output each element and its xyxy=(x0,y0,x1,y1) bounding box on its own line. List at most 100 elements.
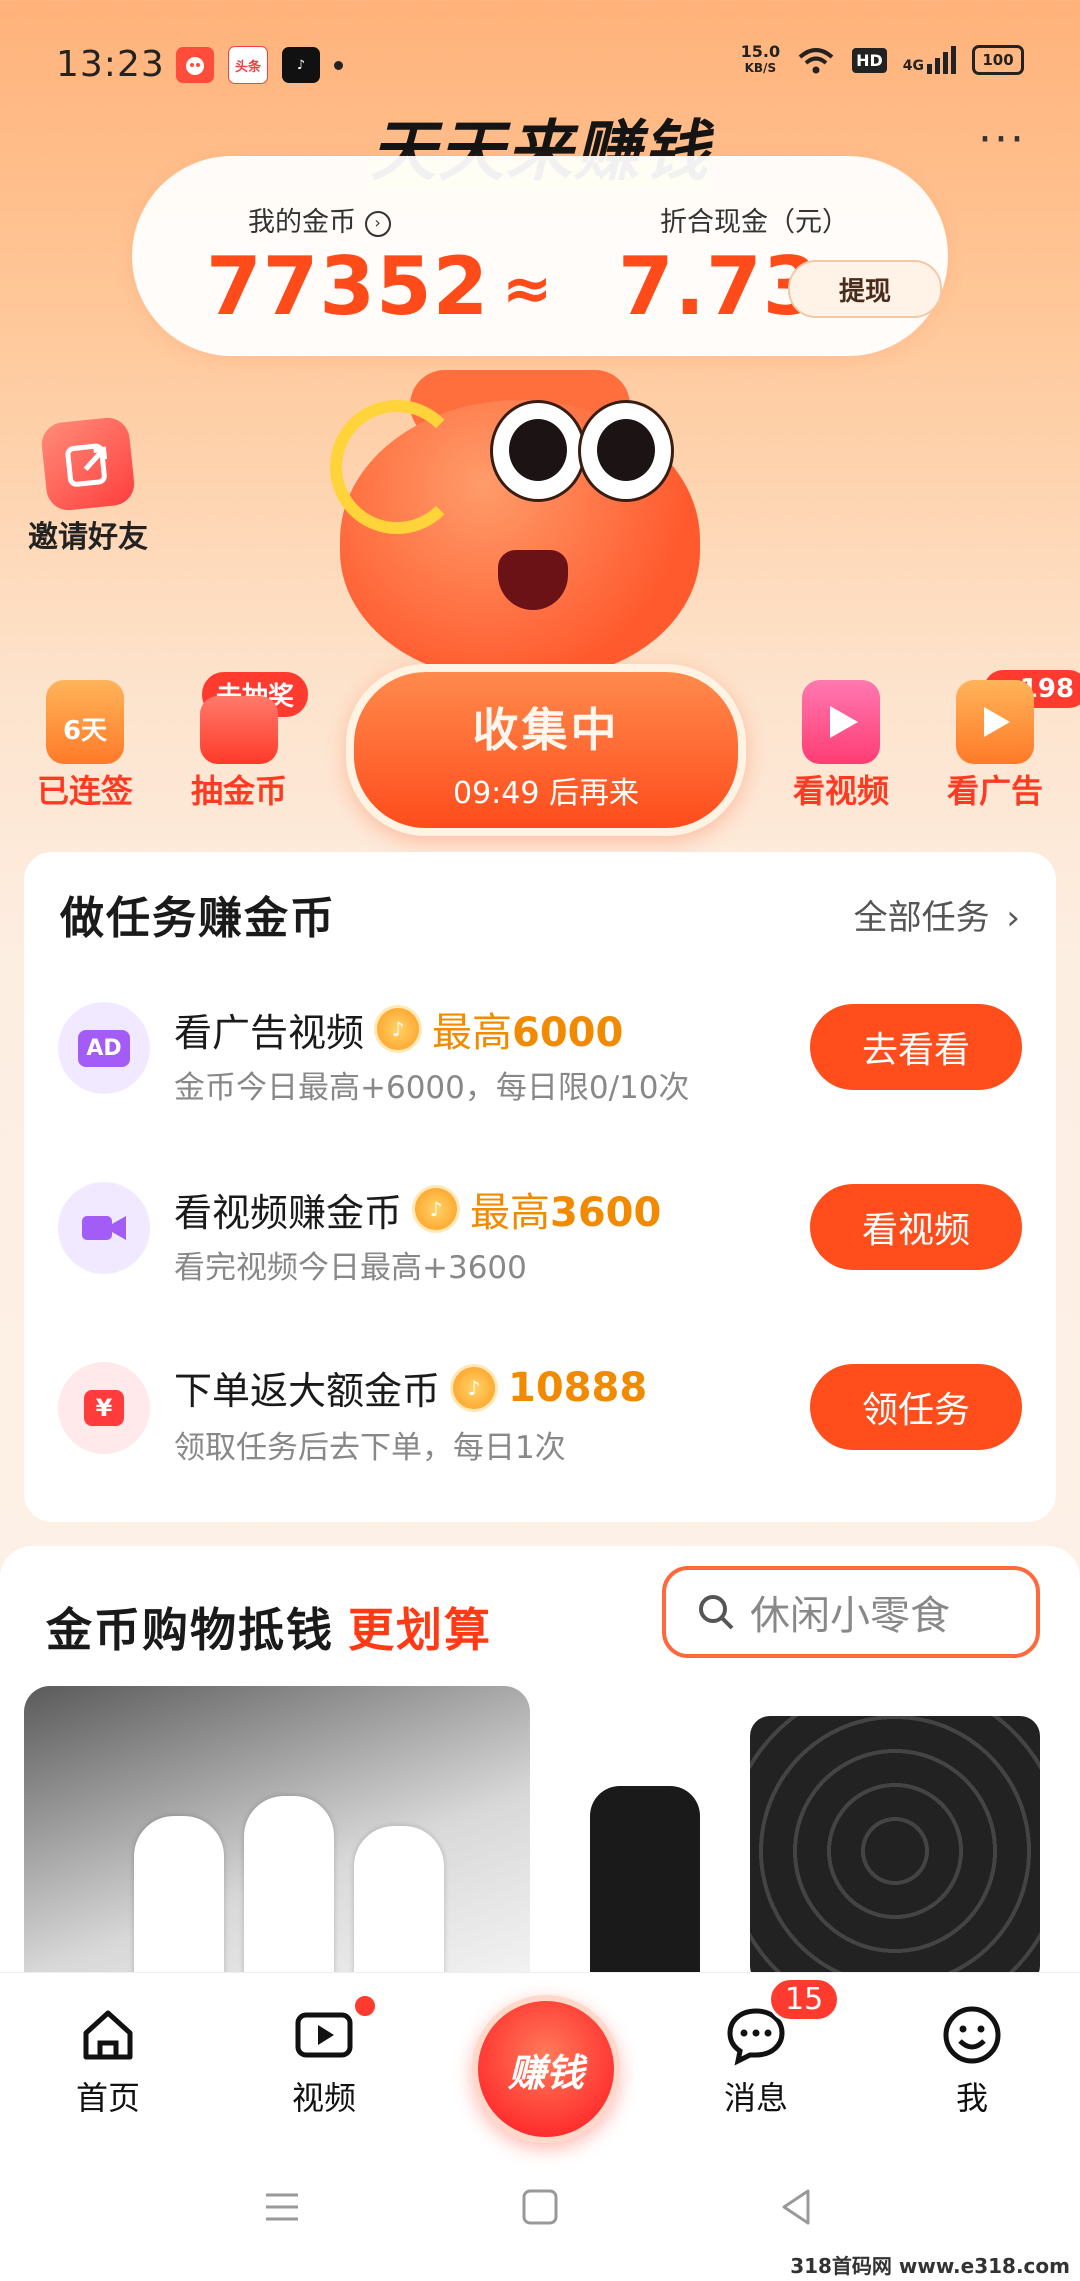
video-camera-icon xyxy=(58,1182,150,1274)
watch-ad-quick-button[interactable]: +198 看广告 xyxy=(930,670,1080,812)
rope-bow xyxy=(330,400,464,534)
ticket-icon: ¥ xyxy=(58,1362,150,1454)
lottery-button[interactable]: 去抽奖 抽金币 xyxy=(174,672,309,812)
task-row: AD 看广告视频 ♪ 最高6000 金币今日最高+6000，每日限0/10次 去… xyxy=(24,974,1056,1124)
system-navigation-bar xyxy=(0,2181,1080,2241)
product-image-sock xyxy=(134,1816,224,1986)
watch-ad-label: 看广告 xyxy=(946,772,1043,810)
product-card-socks[interactable] xyxy=(24,1686,530,1986)
collect-coins-button[interactable]: 收集中 09:49 后再来 xyxy=(346,664,746,836)
status-right: 15.0 KB/S HD 4G 100 xyxy=(741,44,1024,76)
task-reward: 10888 xyxy=(508,1364,648,1411)
task-row: 看视频赚金币 ♪ 最高3600 看完视频今日最高+3600 看视频 xyxy=(24,1154,1056,1304)
coin-bag-mascot[interactable] xyxy=(300,360,740,680)
shopping-title: 金币购物抵钱 更划算 xyxy=(46,1594,492,1660)
task-title-row: 下单返大额金币 ♪ 10888 xyxy=(174,1360,647,1415)
my-coins-label-row[interactable]: 我的金币 › xyxy=(248,200,391,239)
bottom-navigation: 首页 视频 赚钱 15 消息 我 xyxy=(0,1972,1080,2281)
signal-icon: 4G xyxy=(903,46,956,74)
tasks-card: 做任务赚金币 全部任务 › AD 看广告视频 ♪ 最高6000 金币今日最高+6… xyxy=(24,852,1056,1522)
my-coins-label: 我的金币 xyxy=(248,207,356,238)
invite-icon xyxy=(39,415,137,513)
chevron-right-icon: › xyxy=(1006,898,1020,938)
hd-icon: HD xyxy=(852,47,887,73)
collect-countdown: 09:49 后再来 xyxy=(453,776,639,811)
task-title-row: 看广告视频 ♪ 最高6000 xyxy=(174,1000,623,1058)
net-speed-value: 15.0 xyxy=(740,42,781,61)
approx-sign: ≈ xyxy=(502,254,553,324)
ad-play-icon xyxy=(956,680,1034,764)
watch-ad-button[interactable]: 去看看 xyxy=(810,1004,1022,1090)
mascot-right-eye xyxy=(578,400,674,502)
my-coins-value: 77352 xyxy=(206,240,490,333)
cash-label: 折合现金（元） xyxy=(660,207,849,238)
task-title: 下单返大额金币 xyxy=(174,1369,441,1413)
shopping-title-text: 金币购物抵钱 xyxy=(46,1603,334,1657)
lottery-label: 抽金币 xyxy=(190,772,287,810)
nav-home[interactable]: 首页 xyxy=(38,2003,178,2119)
home-square-icon[interactable] xyxy=(520,2187,560,2227)
task-reward: 最高3600 xyxy=(470,1190,662,1236)
checkin-button[interactable]: 6天 已连签 xyxy=(20,680,150,812)
coin-shopping-section: 金币购物抵钱 更划算 休闲小零食 xyxy=(0,1546,1080,1986)
product-image-trash-bags xyxy=(750,1716,1040,1986)
search-placeholder: 休闲小零食 xyxy=(750,1593,950,1639)
video-red-dot xyxy=(352,1993,378,2019)
all-tasks-link[interactable]: 全部任务 › xyxy=(854,890,1020,939)
shopping-highlight: 更划算 xyxy=(348,1603,492,1657)
watch-video-button[interactable]: 看视频 xyxy=(810,1184,1022,1270)
home-icon xyxy=(76,2003,140,2067)
nav-messages-label: 消息 xyxy=(723,2079,788,2117)
task-title-row: 看视频赚金币 ♪ 最高3600 xyxy=(174,1180,661,1238)
task-title: 看广告视频 xyxy=(174,1010,365,1055)
invite-label: 邀请好友 xyxy=(28,520,148,555)
calendar-icon: 6天 xyxy=(46,680,124,764)
slot-machine-icon xyxy=(200,696,278,764)
product-image-bag xyxy=(590,1786,700,1986)
coin-icon: ♪ xyxy=(450,1363,499,1412)
nav-messages[interactable]: 15 消息 xyxy=(686,1977,841,2119)
douyin-icon: ♪ xyxy=(282,47,320,83)
product-card-trash-bags[interactable] xyxy=(550,1686,1056,1986)
product-image-sock xyxy=(244,1796,334,1986)
status-time: 13:23 xyxy=(56,44,165,85)
all-tasks-label: 全部任务 xyxy=(853,898,990,938)
invite-friends-button[interactable]: 邀请好友 xyxy=(18,415,158,556)
toutiao-lite-icon xyxy=(176,47,214,83)
checkin-label: 已连签 xyxy=(36,772,133,810)
menu-icon[interactable] xyxy=(262,2187,302,2227)
wifi-icon xyxy=(798,48,834,74)
coin-icon: ♪ xyxy=(412,1185,461,1233)
nav-me-label: 我 xyxy=(955,2079,988,2117)
task-subtitle: 领取任务后去下单，每日1次 xyxy=(174,1430,566,1466)
product-search-input[interactable]: 休闲小零食 xyxy=(662,1566,1040,1658)
nav-earn-button[interactable]: 赚钱 xyxy=(472,1995,620,2143)
play-video-icon xyxy=(802,680,880,764)
watch-video-quick-button[interactable]: 看视频 xyxy=(776,680,906,812)
notification-dot xyxy=(334,60,343,70)
ad-icon: AD xyxy=(58,1002,150,1094)
chevron-right-circle-icon: › xyxy=(364,210,391,237)
net-speed-unit: KB/S xyxy=(744,61,777,75)
chat-bubble-icon: 15 xyxy=(724,1977,841,2067)
status-app-icons: 头条 ♪ xyxy=(176,46,343,84)
nav-video[interactable]: 视频 xyxy=(254,1993,394,2119)
toutiao-icon: 头条 xyxy=(228,46,268,84)
product-image-sock xyxy=(354,1826,444,1986)
withdraw-button[interactable]: 提现 xyxy=(788,260,942,318)
more-options-button[interactable]: ··· xyxy=(978,118,1026,162)
claim-task-button[interactable]: 领任务 xyxy=(810,1364,1022,1450)
task-subtitle: 看完视频今日最高+3600 xyxy=(174,1250,527,1286)
nav-home-label: 首页 xyxy=(75,2079,140,2117)
watermark: 318首码网 www.e318.com xyxy=(790,2254,1070,2278)
back-triangle-icon[interactable] xyxy=(776,2187,816,2227)
coin-icon: ♪ xyxy=(374,1005,423,1053)
checkin-days: 6天 xyxy=(62,716,108,746)
tasks-title: 做任务赚金币 xyxy=(60,893,336,944)
smiley-icon xyxy=(940,2003,1004,2067)
nav-me[interactable]: 我 xyxy=(902,2003,1042,2119)
task-row: ¥ 下单返大额金币 ♪ 10888 领取任务后去下单，每日1次 领任务 xyxy=(24,1334,1056,1484)
collect-title: 收集中 xyxy=(472,703,620,757)
search-icon xyxy=(699,1595,734,1630)
video-icon xyxy=(292,1993,378,2067)
